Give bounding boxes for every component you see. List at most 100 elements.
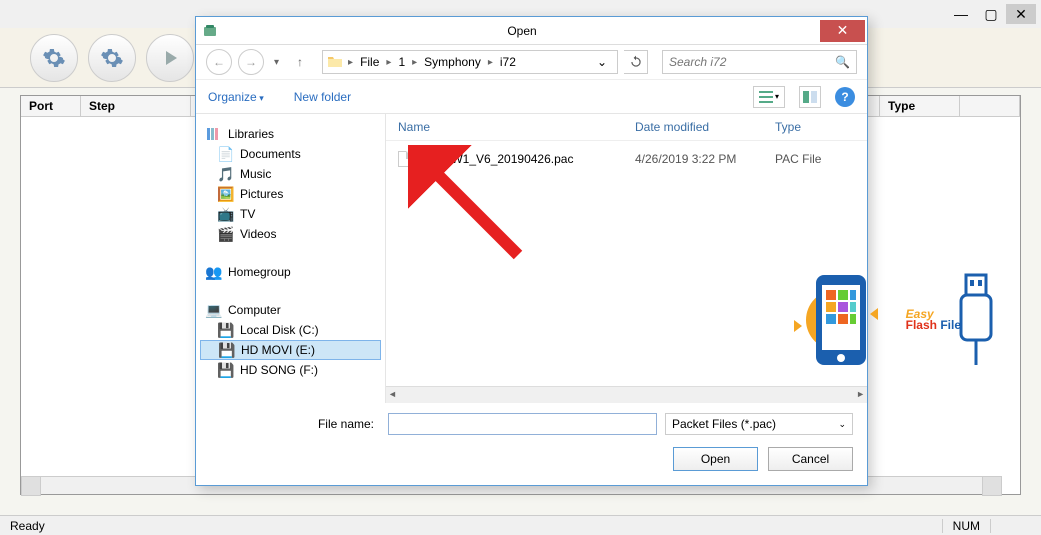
drive-icon: 💾 xyxy=(218,322,234,338)
open-button[interactable]: Open xyxy=(673,447,758,471)
nav-up-button[interactable]: ↑ xyxy=(289,51,311,73)
open-dialog: Open ✕ ← → ▾ ↑ ▸ File ▸ 1 ▸ Symphony ▸ i… xyxy=(195,16,868,486)
tree-label: Local Disk (C:) xyxy=(240,323,319,337)
header-type[interactable]: Type xyxy=(775,120,855,134)
libraries-icon xyxy=(206,126,222,142)
chevron-down-icon: ⌄ xyxy=(838,419,846,430)
tree-pane[interactable]: Libraries 📄Documents 🎵 Music 🖼️ Pictures 📺… xyxy=(196,114,386,403)
nav-history-dropdown[interactable]: ▾ xyxy=(270,57,283,68)
tree-label: Pictures xyxy=(240,187,283,201)
cancel-button[interactable]: Cancel xyxy=(768,447,853,471)
col-step[interactable]: Step xyxy=(81,96,191,116)
settings-button-1[interactable] xyxy=(30,34,78,82)
drive-icon: 💾 xyxy=(218,362,234,378)
file-icon xyxy=(398,151,414,167)
header-name[interactable]: Name xyxy=(398,120,635,134)
settings-button-2[interactable] xyxy=(88,34,136,82)
tree-tv[interactable]: 📺 TV xyxy=(200,204,381,224)
breadcrumb-item[interactable]: 1 xyxy=(396,55,407,69)
homegroup-icon: 👥 xyxy=(206,264,222,280)
tree-hd-movi[interactable]: 💾 HD MOVI (E:) xyxy=(200,340,381,360)
file-date: 4/26/2019 3:22 PM xyxy=(635,152,775,166)
computer-icon: 💻 xyxy=(206,302,222,318)
app-icon xyxy=(202,23,218,39)
breadcrumb[interactable]: ▸ File ▸ 1 ▸ Symphony ▸ i72 ⌄ xyxy=(322,50,618,74)
breadcrumb-dropdown[interactable]: ⌄ xyxy=(591,55,613,69)
view-button[interactable]: ▾ xyxy=(753,86,785,108)
gear-icon xyxy=(100,46,124,70)
folder-icon xyxy=(327,54,343,70)
preview-icon xyxy=(803,91,817,103)
video-icon: 🎬 xyxy=(218,226,234,242)
dialog-title: Open xyxy=(224,24,820,38)
tree-documents[interactable]: 📄Documents xyxy=(200,144,381,164)
tree-videos[interactable]: 🎬 Videos xyxy=(200,224,381,244)
filename-row: File name: Packet Files (*.pac) ⌄ xyxy=(210,413,853,435)
tree-label: Computer xyxy=(228,303,281,317)
breadcrumb-item[interactable]: File xyxy=(358,55,381,69)
file-pane: Name Date modified Type i72_HW1_V6_20190… xyxy=(386,114,867,403)
nav-back-button[interactable]: ← xyxy=(206,49,232,75)
chevron-right-icon: ▸ xyxy=(383,57,394,68)
tree-label: HD MOVI (E:) xyxy=(241,343,315,357)
col-last xyxy=(960,96,1020,116)
play-button[interactable] xyxy=(146,34,194,82)
dialog-titlebar: Open ✕ xyxy=(196,17,867,45)
file-scrollbar[interactable] xyxy=(386,386,867,403)
search-input[interactable] xyxy=(669,55,835,69)
nav-forward-button[interactable]: → xyxy=(238,49,264,75)
gear-icon xyxy=(42,46,66,70)
tree-label: Libraries xyxy=(228,127,274,141)
breadcrumb-item[interactable]: i72 xyxy=(498,55,518,69)
header-date[interactable]: Date modified xyxy=(635,120,775,134)
refresh-button[interactable] xyxy=(624,50,648,74)
tv-icon: 📺 xyxy=(218,206,234,222)
tree-label: Music xyxy=(240,167,271,181)
dialog-body: Libraries 📄Documents 🎵 Music 🖼️ Pictures 📺… xyxy=(196,114,867,403)
tree-pictures[interactable]: 🖼️ Pictures xyxy=(200,184,381,204)
minimize-button[interactable]: — xyxy=(946,4,976,24)
dialog-nav: ← → ▾ ↑ ▸ File ▸ 1 ▸ Symphony ▸ i72 ⌄ 🔍 xyxy=(196,45,867,80)
dialog-close-button[interactable]: ✕ xyxy=(820,20,865,42)
pictures-icon: 🖼️ xyxy=(218,186,234,202)
chevron-right-icon: ▸ xyxy=(345,57,356,68)
footer-buttons: Open Cancel xyxy=(210,447,853,471)
filetype-label: Packet Files (*.pac) xyxy=(672,417,776,431)
list-icon xyxy=(759,91,773,103)
close-button[interactable]: ✕ xyxy=(1006,4,1036,24)
status-bar: Ready NUM xyxy=(0,515,1041,535)
new-folder-button[interactable]: New folder xyxy=(294,90,351,104)
tree-libraries[interactable]: Libraries xyxy=(200,124,381,144)
tree-homegroup[interactable]: 👥 Homegroup xyxy=(200,262,381,282)
tree-label: TV xyxy=(240,207,255,221)
tree-hd-song[interactable]: 💾 HD SONG (F:) xyxy=(200,360,381,380)
breadcrumb-item[interactable]: Symphony xyxy=(422,55,483,69)
search-box[interactable]: 🔍 xyxy=(662,50,857,74)
filename-input[interactable] xyxy=(388,413,657,435)
tree-label: Videos xyxy=(240,227,276,241)
file-type: PAC File xyxy=(775,152,855,166)
file-list[interactable]: i72_HW1_V6_20190426.pac 4/26/2019 3:22 P… xyxy=(386,141,867,177)
tree-computer[interactable]: 💻 Computer xyxy=(200,300,381,320)
tree-label: HD SONG (F:) xyxy=(240,363,318,377)
dialog-footer: File name: Packet Files (*.pac) ⌄ Open C… xyxy=(196,403,867,485)
help-button[interactable]: ? xyxy=(835,87,855,107)
tree-local-disk[interactable]: 💾 Local Disk (C:) xyxy=(200,320,381,340)
col-type[interactable]: Type xyxy=(880,96,960,116)
tree-music[interactable]: 🎵 Music xyxy=(200,164,381,184)
col-port[interactable]: Port xyxy=(21,96,81,116)
file-row[interactable]: i72_HW1_V6_20190426.pac 4/26/2019 3:22 P… xyxy=(398,149,855,169)
play-icon xyxy=(158,46,182,70)
file-headers: Name Date modified Type xyxy=(386,114,867,141)
drive-icon: 💾 xyxy=(219,342,235,358)
organize-button[interactable]: Organize xyxy=(208,90,264,104)
filetype-select[interactable]: Packet Files (*.pac) ⌄ xyxy=(665,413,853,435)
filename-label: File name: xyxy=(210,417,380,431)
music-icon: 🎵 xyxy=(218,166,234,182)
file-name: i72_HW1_V6_20190426.pac xyxy=(420,152,573,166)
status-num: NUM xyxy=(942,519,991,533)
preview-button[interactable] xyxy=(799,86,821,108)
maximize-button[interactable]: ▢ xyxy=(976,4,1006,24)
dialog-toolbar: Organize New folder ▾ ? xyxy=(196,80,867,114)
chevron-right-icon: ▸ xyxy=(485,57,496,68)
